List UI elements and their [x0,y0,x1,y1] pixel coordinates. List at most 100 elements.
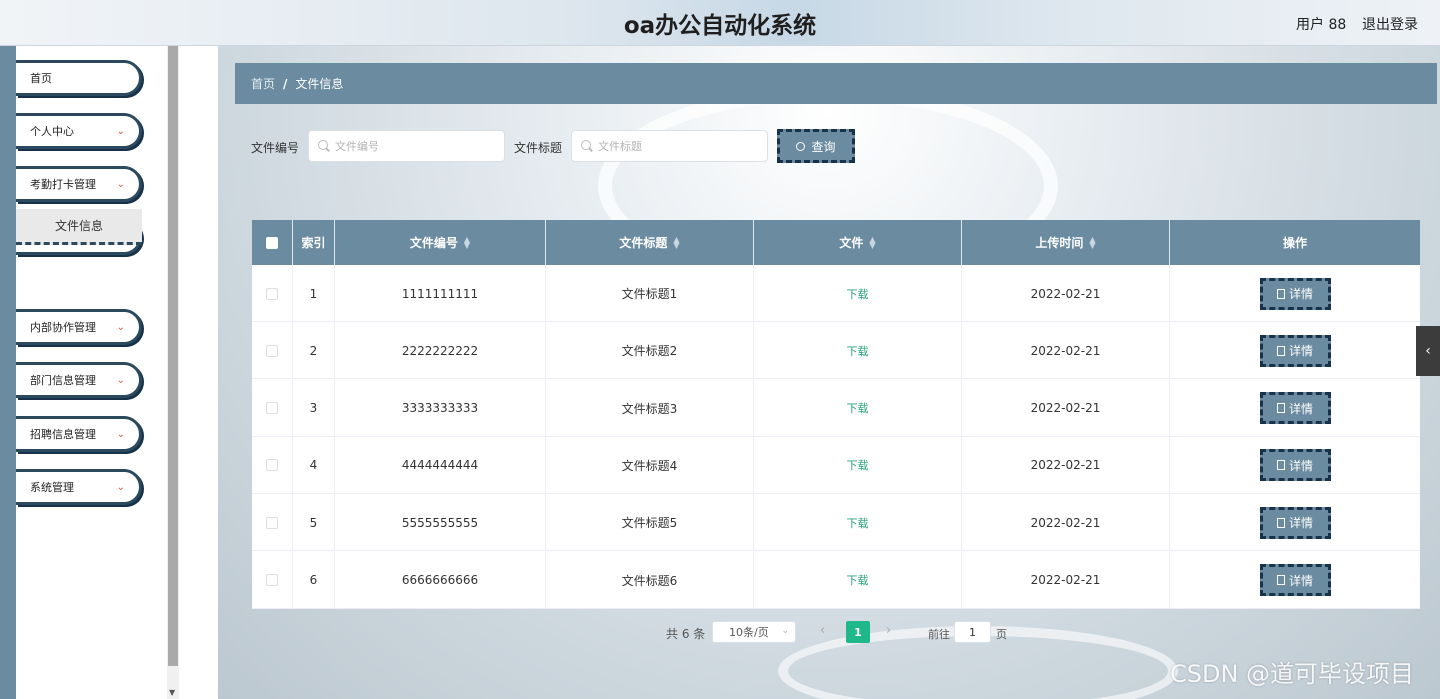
table-cell: 2 [293,322,335,380]
detail-button[interactable]: 详情 [1259,277,1331,310]
query-button[interactable]: 查询 [777,129,855,163]
sidebar-item[interactable]: 首页 [16,60,142,96]
sidebar-scrollbar[interactable]: ▼ [167,46,179,699]
page-number-current[interactable]: 1 [846,621,870,643]
detail-button[interactable]: 详情 [1259,564,1331,596]
sort-icon[interactable]: ▲ ▼ [1089,235,1095,249]
download-link[interactable]: 下载 [847,515,869,531]
app-title: oa办公自动化系统 [623,13,817,39]
row-checkbox[interactable] [266,516,278,529]
cell-text: 3333333333 [401,401,479,416]
sidebar-item[interactable]: 部门信息管理 ⌄ [16,362,142,398]
chevron-down-icon: ⌄ [116,126,125,137]
table-row: 2 2222222222 文件标题2 下载 2022-02-21 详情 [252,322,1420,380]
table-cell: 2022-02-21 [962,322,1170,380]
table-cell: 下载 [754,322,962,380]
detail-button[interactable]: 详情 [1259,449,1331,482]
column-header-file-no[interactable]: 文件编号 ▲ ▼ [335,220,546,265]
sort-icon[interactable]: ▲ ▼ [464,235,470,249]
row-checkbox[interactable] [266,402,278,415]
document-icon [1276,288,1285,299]
row-checkbox[interactable] [266,287,278,300]
table-row: 6 6666666666 文件标题6 下载 2022-02-21 详情 [252,551,1420,609]
detail-button[interactable]: 详情 [1259,506,1331,539]
download-link[interactable]: 下载 [847,343,869,359]
table-cell: 2022-02-21 [962,551,1170,609]
file-no-input[interactable]: 文件编号 [308,130,505,162]
pagination-total: 共 6 条 [666,627,706,641]
table-cell: 详情 [1170,552,1420,609]
chevron-down-icon: ⌄ [116,429,125,440]
column-header-index: 索引 [293,220,335,265]
table-cell: 下载 [754,379,962,437]
select-all-checkbox[interactable] [266,236,278,249]
search-icon [581,140,591,150]
detail-button-label: 详情 [1288,287,1313,301]
table-cell: 2022-02-21 [962,265,1170,322]
column-header-label: 文件标题 [619,236,668,250]
sidebar-item[interactable]: 个人中心 ⌄ [16,113,142,149]
download-link[interactable]: 下载 [847,457,869,473]
breadcrumb: 首页 / 文件信息 [235,63,1437,104]
goto-page-input[interactable]: 1 [954,621,991,643]
sidebar-item[interactable]: 内部协作管理 ⌄ [16,309,142,345]
title-label: 文件标题 [514,141,563,155]
row-checkbox[interactable] [266,574,278,586]
download-link[interactable]: 下载 [847,286,869,302]
detail-button-label: 详情 [1288,516,1313,531]
detail-button-label: 详情 [1288,458,1313,473]
document-icon [1276,460,1285,471]
table-row: 5 5555555555 文件标题5 下载 2022-02-21 详情 [252,494,1420,552]
document-icon [1276,345,1285,356]
top-header: oa办公自动化系统 用户 88 退出登录 [0,0,1440,46]
collapse-handle[interactable]: ‹ [1416,326,1440,376]
sidebar-item[interactable]: 考勤打卡管理 ⌄ [16,166,142,202]
table-cell: 详情 [1170,265,1420,322]
sidebar-item-label: 考勤打卡管理 [30,178,96,191]
column-header-title[interactable]: 文件标题 ▲ ▼ [546,220,754,265]
page-size-select[interactable]: 10条/页 ⌄ [712,621,796,643]
scroll-down-arrow-icon[interactable]: ▼ [169,688,175,697]
table-cell: 文件标题5 [546,494,754,552]
table-cell: 2022-02-21 [962,379,1170,437]
table-cell: 文件标题6 [546,551,754,609]
detail-button-label: 详情 [1288,401,1313,416]
sidebar-item[interactable]: 招聘信息管理 ⌄ [16,416,142,452]
breadcrumb-home[interactable]: 首页 [251,75,275,92]
cell-text: 2222222222 [401,343,479,358]
column-header-file[interactable]: 文件 ▲ ▼ [754,220,962,265]
cell-text: 文件标题6 [621,573,678,588]
cell-text: 2022-02-21 [1030,401,1101,416]
chevron-down-icon: ⌄ [116,322,125,333]
table-cell: 4444444444 [335,436,546,494]
table-cell: 3333333333 [335,379,546,437]
column-header-upload-time[interactable]: 上传时间 ▲ ▼ [962,220,1170,265]
next-page-button[interactable]: › [886,623,891,638]
table-cell [252,265,293,322]
logout-link[interactable]: 退出登录 [1362,14,1418,34]
current-user: 用户 88 [1296,17,1347,33]
download-link[interactable]: 下载 [847,400,869,416]
prev-page-button[interactable]: ‹ [820,623,825,638]
detail-button[interactable]: 详情 [1259,334,1331,367]
scrollbar-thumb[interactable] [168,46,178,666]
table-row: 4 4444444444 文件标题4 下载 2022-02-21 详情 [252,436,1420,494]
cell-text: 4 [309,458,318,473]
page-size-value: 10条/页 [729,626,769,639]
sidebar-item[interactable]: 系统管理 ⌄ [16,469,142,505]
sort-icon[interactable]: ▲ ▼ [869,235,875,249]
table-cell: 下载 [754,436,962,494]
cell-text: 文件标题1 [621,287,678,301]
detail-button[interactable]: 详情 [1259,392,1331,425]
table-cell: 4 [293,436,335,494]
row-checkbox[interactable] [266,459,278,472]
row-checkbox[interactable] [266,344,278,357]
download-link[interactable]: 下载 [847,572,869,588]
title-input[interactable]: 文件标题 [571,130,768,162]
sidebar-subitem-file-info[interactable]: 文件信息 [16,209,142,245]
table-cell: 详情 [1170,322,1420,379]
breadcrumb-separator: / [283,76,288,91]
table-cell: 5555555555 [335,494,546,552]
table-cell: 1 [293,265,335,322]
sort-icon[interactable]: ▲ ▼ [673,235,679,249]
